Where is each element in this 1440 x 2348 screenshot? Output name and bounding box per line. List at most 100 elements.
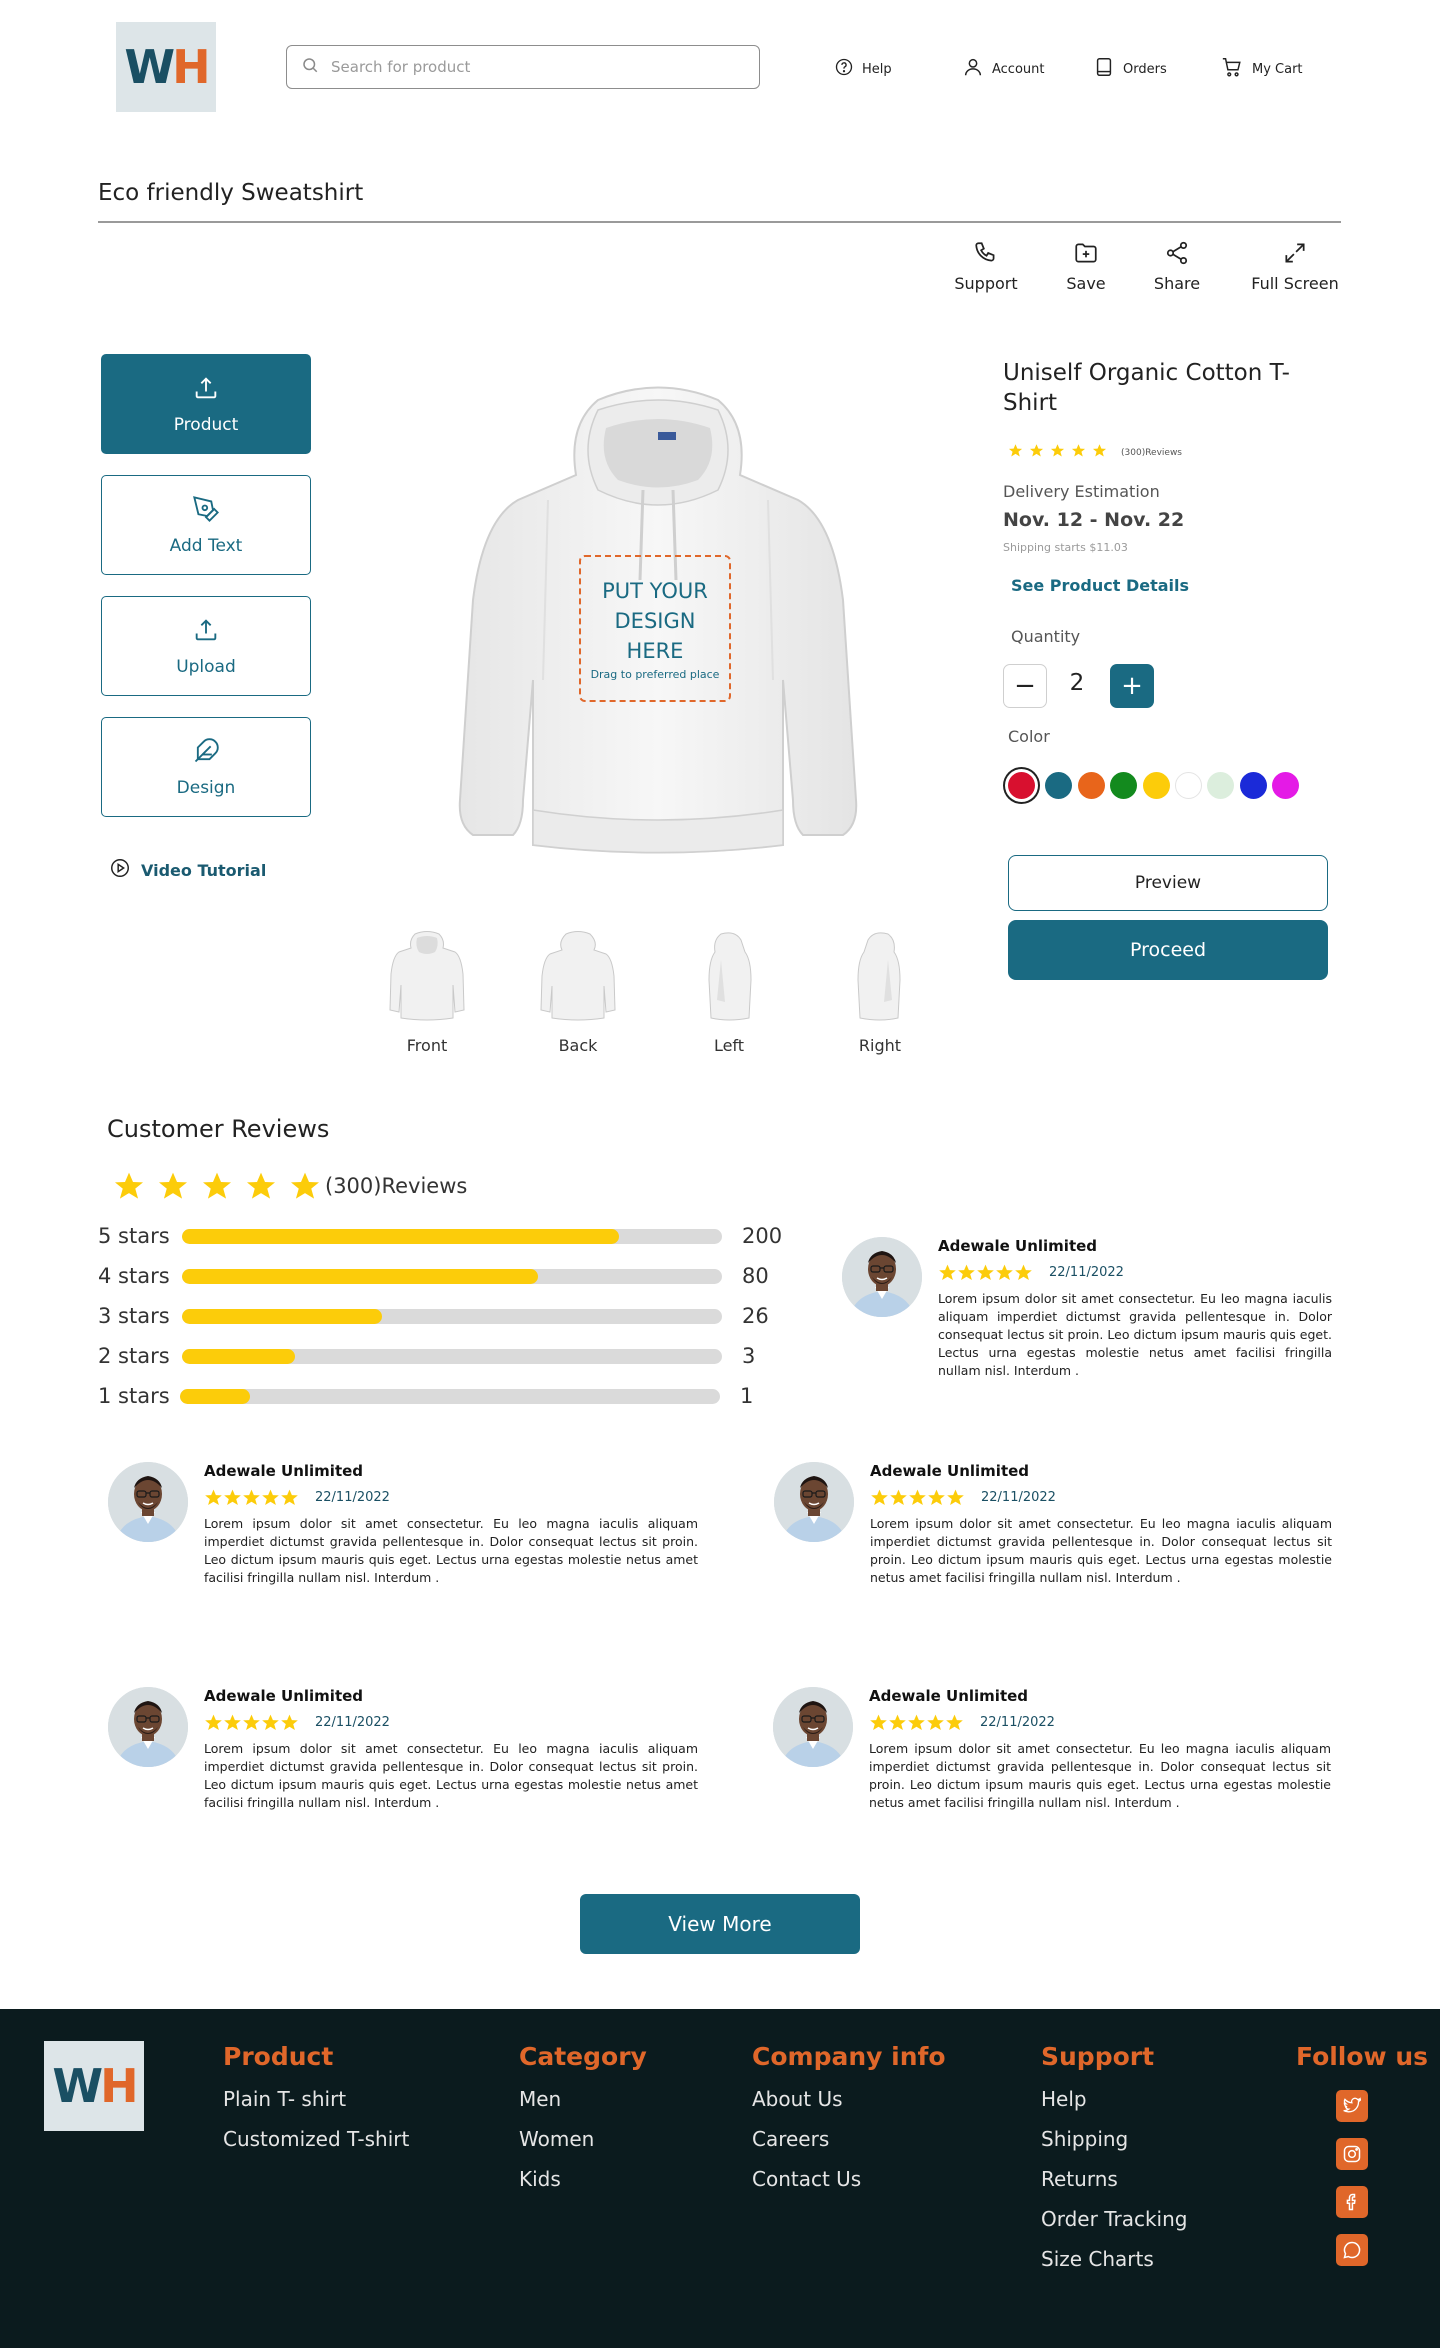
pen-tool-icon bbox=[192, 495, 220, 536]
review-date: 22/11/2022 bbox=[315, 1490, 390, 1505]
product-rating: (300)Reviews bbox=[1008, 443, 1182, 462]
preview-button[interactable]: Preview bbox=[1008, 855, 1328, 911]
footer: WH Product Plain T- shirt Customized T-s… bbox=[0, 2009, 1440, 2348]
search-input[interactable] bbox=[331, 58, 731, 76]
footer-link[interactable]: Help bbox=[1041, 2087, 1187, 2111]
nav-help[interactable]: Help bbox=[834, 57, 892, 81]
color-swatch[interactable] bbox=[1110, 772, 1137, 799]
share-label: Share bbox=[1153, 274, 1201, 293]
star-icon bbox=[890, 1489, 907, 1506]
footer-link[interactable]: Returns bbox=[1041, 2167, 1187, 2191]
nav-orders-label: Orders bbox=[1123, 61, 1167, 77]
nav-account[interactable]: Account bbox=[962, 56, 1045, 82]
footer-link[interactable]: Careers bbox=[752, 2127, 946, 2151]
nav-orders[interactable]: Orders bbox=[1093, 56, 1167, 82]
person-icon bbox=[774, 1462, 854, 1542]
avatar bbox=[108, 1462, 188, 1542]
support-button[interactable]: Support bbox=[941, 240, 1031, 293]
footer-logo[interactable]: WH bbox=[44, 2041, 144, 2131]
review-text: Lorem ipsum dolor sit amet consectetur. … bbox=[870, 1516, 1332, 1585]
review-body: Adewale Unlimited 22/11/2022 Lorem ipsum… bbox=[204, 1462, 698, 1587]
review-body: Adewale Unlimited 22/11/2022 Lorem ipsum… bbox=[869, 1687, 1331, 1812]
star-rating bbox=[869, 1713, 964, 1732]
color-swatch[interactable] bbox=[1008, 772, 1035, 799]
color-swatch[interactable] bbox=[1272, 772, 1299, 799]
search-bar[interactable] bbox=[286, 45, 760, 89]
person-icon bbox=[108, 1687, 188, 1767]
rating-bar-track bbox=[182, 1308, 722, 1324]
tool-add-text-label: Add Text bbox=[169, 535, 243, 556]
nav-account-label: Account bbox=[992, 61, 1045, 77]
save-button[interactable]: Save bbox=[1041, 240, 1131, 293]
rating-bar-label: 5 stars bbox=[98, 1224, 170, 1248]
chat-icon[interactable] bbox=[1336, 2234, 1368, 2266]
star-icon bbox=[1092, 444, 1107, 457]
view-back[interactable]: Back bbox=[528, 930, 628, 1055]
proceed-button[interactable]: Proceed bbox=[1008, 920, 1328, 980]
tool-design-button[interactable]: Design bbox=[101, 717, 311, 817]
star-icon bbox=[281, 1489, 298, 1506]
brand-logo[interactable]: WH bbox=[116, 22, 216, 112]
rating-bar-label: 3 stars bbox=[98, 1304, 170, 1328]
phone-icon bbox=[941, 240, 1031, 266]
view-more-button[interactable]: View More bbox=[580, 1894, 860, 1954]
video-tutorial-label: Video Tutorial bbox=[141, 860, 267, 880]
facebook-icon[interactable] bbox=[1336, 2186, 1368, 2218]
star-rating bbox=[113, 1170, 333, 1202]
share-button[interactable]: Share bbox=[1132, 240, 1222, 293]
color-swatch[interactable] bbox=[1143, 772, 1170, 799]
footer-link[interactable]: Shipping bbox=[1041, 2127, 1187, 2151]
twitter-icon[interactable] bbox=[1336, 2090, 1368, 2122]
footer-link[interactable]: Kids bbox=[519, 2167, 647, 2191]
review-date: 22/11/2022 bbox=[980, 1715, 1055, 1730]
tool-upload-button[interactable]: Upload bbox=[101, 596, 311, 696]
star-rating bbox=[938, 1263, 1033, 1282]
star-icon bbox=[871, 1489, 888, 1506]
hoodie-left-thumb bbox=[708, 932, 752, 1021]
view-left[interactable]: Left bbox=[679, 930, 779, 1055]
color-swatch[interactable] bbox=[1207, 772, 1234, 799]
footer-link[interactable]: Contact Us bbox=[752, 2167, 946, 2191]
star-icon bbox=[205, 1714, 222, 1731]
quantity-label: Quantity bbox=[1011, 627, 1081, 646]
footer-link[interactable]: Size Charts bbox=[1041, 2247, 1187, 2271]
footer-link[interactable]: Order Tracking bbox=[1041, 2207, 1187, 2231]
video-tutorial-link[interactable]: Video Tutorial bbox=[109, 857, 266, 883]
rating-bar-label: 2 stars bbox=[98, 1344, 170, 1368]
footer-link[interactable]: Women bbox=[519, 2127, 647, 2151]
tool-product-button[interactable]: Product bbox=[101, 354, 311, 454]
review-meta: 22/11/2022 bbox=[870, 1488, 1332, 1507]
person-icon bbox=[108, 1462, 188, 1542]
tool-add-text-button[interactable]: Add Text bbox=[101, 475, 311, 575]
quantity-increase-button[interactable]: + bbox=[1110, 664, 1154, 708]
rating-bar-fill bbox=[182, 1228, 620, 1244]
star-icon bbox=[115, 1172, 143, 1199]
color-swatch[interactable] bbox=[1078, 772, 1105, 799]
see-product-details-link[interactable]: See Product Details bbox=[1011, 576, 1189, 595]
view-front[interactable]: Front bbox=[377, 930, 477, 1055]
quantity-decrease-button[interactable]: − bbox=[1003, 664, 1047, 708]
view-front-label: Front bbox=[406, 1036, 448, 1055]
footer-link[interactable]: About Us bbox=[752, 2087, 946, 2111]
avatar bbox=[774, 1462, 854, 1542]
tool-product-label: Product bbox=[173, 414, 239, 435]
review-date: 22/11/2022 bbox=[981, 1490, 1056, 1505]
footer-link[interactable]: Men bbox=[519, 2087, 647, 2111]
color-swatch[interactable] bbox=[1240, 772, 1267, 799]
rating-bar-1: 1 stars 1 bbox=[98, 1381, 798, 1411]
color-label: Color bbox=[1008, 727, 1050, 746]
color-swatch[interactable] bbox=[1045, 772, 1072, 799]
footer-column-product: Product Plain T- shirt Customized T-shir… bbox=[223, 2042, 409, 2151]
footer-link[interactable]: Plain T- shirt bbox=[223, 2087, 409, 2111]
footer-link[interactable]: Customized T-shirt bbox=[223, 2127, 409, 2151]
view-right[interactable]: Right bbox=[830, 930, 930, 1055]
nav-cart[interactable]: My Cart bbox=[1220, 56, 1303, 82]
color-swatch[interactable] bbox=[1175, 772, 1202, 799]
star-icon bbox=[247, 1172, 275, 1199]
instagram-icon[interactable] bbox=[1336, 2138, 1368, 2170]
rating-bar-3: 3 stars 26 bbox=[98, 1301, 798, 1331]
design-drop-zone[interactable]: PUT YOUR DESIGN HERE Drag to preferred p… bbox=[579, 555, 731, 702]
reviews-overall-rating: (300)Reviews bbox=[113, 1170, 467, 1202]
person-icon bbox=[842, 1237, 922, 1317]
fullscreen-button[interactable]: Full Screen bbox=[1245, 240, 1345, 293]
